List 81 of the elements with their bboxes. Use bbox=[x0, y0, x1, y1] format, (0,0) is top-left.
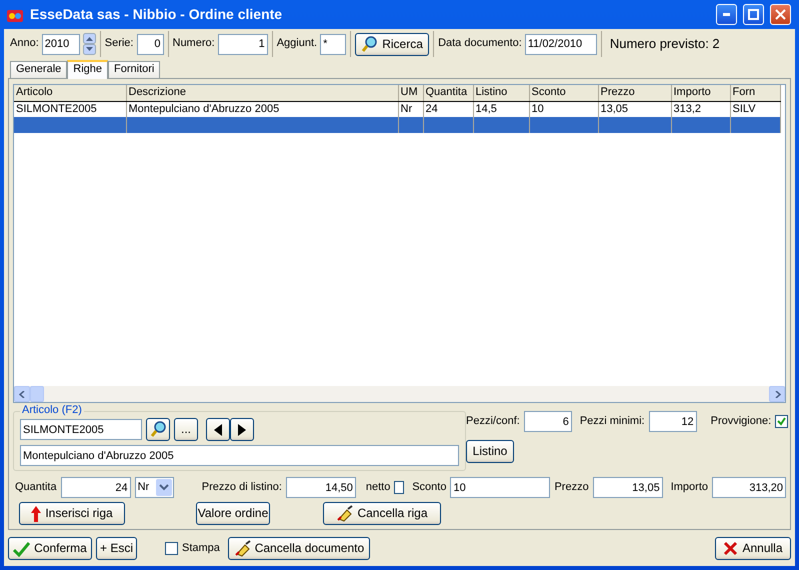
column-header[interactable]: Listino bbox=[473, 85, 529, 101]
tab[interactable]: Righe bbox=[67, 60, 108, 79]
window-title: EsseData sas - Nibbio - Ordine cliente bbox=[30, 6, 284, 23]
right-triangle-icon bbox=[238, 424, 246, 436]
search-icon bbox=[150, 421, 166, 438]
field-label: netto bbox=[366, 480, 390, 494]
order-value-button[interactable]: Valore ordine bbox=[196, 502, 270, 525]
input-field[interactable]: 2010 bbox=[42, 34, 80, 54]
search-button[interactable]: Ricerca bbox=[355, 32, 430, 56]
field-label: Aggiunt. bbox=[276, 37, 318, 51]
scroll-left-button[interactable] bbox=[14, 386, 30, 402]
close-button[interactable] bbox=[770, 4, 791, 25]
field-label: Pezzi minimi: bbox=[580, 414, 645, 428]
cancel-button[interactable]: Annulla bbox=[715, 537, 791, 560]
column-header[interactable]: Importo bbox=[671, 85, 730, 101]
search-icon bbox=[361, 36, 378, 52]
previous-button[interactable] bbox=[206, 418, 230, 441]
column-header[interactable]: Quantita bbox=[423, 85, 473, 101]
listino-button[interactable]: Listino bbox=[466, 440, 514, 463]
scroll-right-button[interactable] bbox=[769, 386, 785, 402]
left-triangle-icon bbox=[214, 424, 222, 436]
browse-button[interactable]: ... bbox=[174, 418, 198, 441]
confirm-button[interactable]: Conferma bbox=[8, 537, 92, 560]
check-icon bbox=[777, 417, 786, 426]
field-label: Serie: bbox=[104, 37, 134, 51]
column-header[interactable]: Sconto bbox=[529, 85, 598, 101]
minimize-icon bbox=[723, 13, 730, 16]
search-button[interactable] bbox=[146, 418, 170, 441]
field-label: Importo bbox=[670, 480, 708, 494]
column-header[interactable]: Prezzo bbox=[598, 85, 671, 101]
column-header[interactable]: Articolo bbox=[14, 85, 126, 101]
document-number: Numero previsto: 2 bbox=[610, 36, 720, 52]
spinner-icon bbox=[82, 33, 96, 55]
checkbox-label: Stampa bbox=[182, 542, 220, 556]
input-field[interactable]: 13,05 bbox=[592, 477, 663, 498]
input-field[interactable]: 10 bbox=[450, 477, 550, 498]
input-field[interactable]: 313,20 bbox=[712, 477, 786, 498]
input-field[interactable]: 12 bbox=[648, 411, 697, 432]
input-field[interactable]: 1 bbox=[218, 34, 268, 54]
input-field[interactable]: 11/02/2010 bbox=[524, 34, 597, 54]
delete-row-button[interactable]: Cancella riga bbox=[323, 502, 441, 525]
field-label: Numero: bbox=[172, 37, 215, 51]
maximize-button[interactable] bbox=[743, 4, 764, 25]
insert-row-button[interactable]: Inserisci riga bbox=[19, 502, 125, 525]
column-header[interactable]: Descrizione bbox=[126, 85, 398, 101]
tab[interactable]: Generale bbox=[10, 61, 68, 78]
input-field[interactable]: 0 bbox=[136, 34, 164, 54]
scroll-thumb[interactable] bbox=[30, 386, 44, 402]
column-header[interactable]: UM bbox=[398, 85, 423, 101]
field-label: Provvigione: bbox=[710, 414, 772, 428]
input-field[interactable]: 14,50 bbox=[286, 477, 356, 498]
minimize-button[interactable] bbox=[716, 4, 737, 25]
input-field[interactable]: Montepulciano d'Abruzzo 2005 bbox=[20, 445, 459, 466]
field-label: Sconto bbox=[412, 480, 446, 494]
checkbox[interactable] bbox=[394, 481, 404, 494]
close-icon bbox=[775, 9, 786, 20]
eraser-icon bbox=[234, 540, 251, 557]
field-label: Data documento: bbox=[438, 37, 522, 51]
input-field[interactable]: * bbox=[320, 34, 346, 54]
cancel-icon bbox=[723, 541, 738, 556]
tab[interactable]: Fornitori bbox=[108, 61, 160, 78]
up-arrow-icon bbox=[31, 506, 42, 522]
column-header[interactable]: Forn bbox=[730, 85, 780, 101]
delete-document-button[interactable]: Cancella documento bbox=[228, 537, 370, 560]
eraser-icon bbox=[336, 505, 354, 522]
input-field[interactable]: SILMONTE2005 bbox=[20, 419, 142, 440]
maximize-icon bbox=[748, 9, 759, 20]
field-label: Anno: bbox=[10, 37, 39, 51]
check-icon bbox=[13, 540, 30, 556]
checkbox[interactable] bbox=[775, 415, 788, 428]
input-field[interactable]: 24 bbox=[60, 477, 131, 498]
field-label: Prezzo bbox=[554, 480, 589, 494]
next-button[interactable] bbox=[230, 418, 254, 441]
field-label: Quantita bbox=[15, 480, 57, 494]
input-field[interactable]: 6 bbox=[524, 411, 572, 432]
exit-button[interactable]: + Esci bbox=[96, 537, 137, 560]
field-label: Pezzi/conf: bbox=[466, 414, 520, 428]
group-title: Articolo (F2) bbox=[20, 404, 84, 418]
unit-dropdown[interactable]: Nr bbox=[134, 477, 174, 498]
field-label: Prezzo di listino: bbox=[202, 480, 282, 494]
checkbox[interactable] bbox=[165, 542, 178, 555]
